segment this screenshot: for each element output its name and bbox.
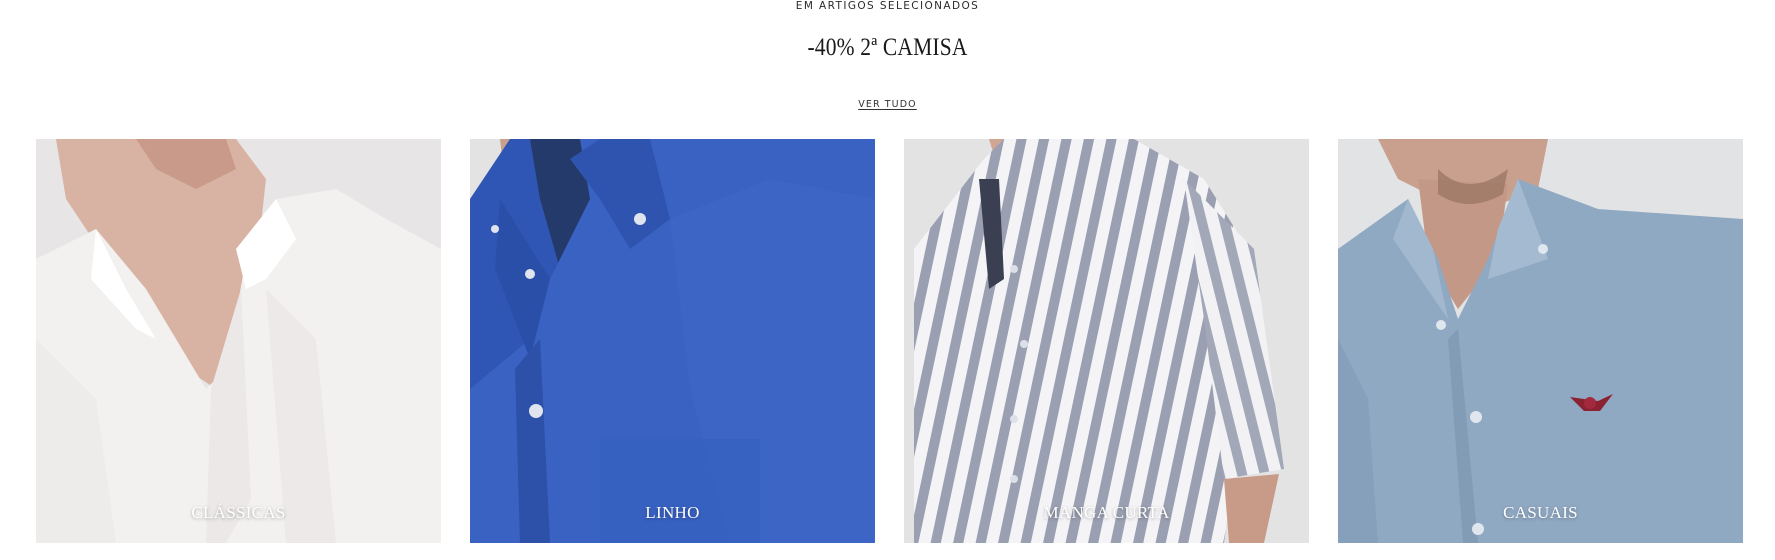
- striped-short-sleeve-shirt-image: [904, 139, 1309, 543]
- category-grid: CLÁSSICAS LINHO MANGA CURTA CASUAIS: [36, 139, 1743, 543]
- view-all-container: VER TUDO: [0, 94, 1775, 112]
- category-card-linho[interactable]: LINHO: [470, 139, 875, 543]
- white-dress-shirt-image: [36, 139, 441, 543]
- category-card-manga-curta[interactable]: MANGA CURTA: [904, 139, 1309, 543]
- blue-linen-shirt-image: [470, 139, 875, 543]
- category-label: LINHO: [645, 503, 700, 522]
- category-card-casuais[interactable]: CASUAIS: [1338, 139, 1743, 543]
- category-label: CASUAIS: [1503, 503, 1578, 522]
- promo-eyebrow: EM ARTIGOS SELECIONADOS: [795, 0, 980, 12]
- promo-title: -40% 2ª CAMISA: [807, 34, 968, 61]
- category-label: CLÁSSICAS: [191, 503, 286, 522]
- light-blue-casual-shirt-image: [1338, 139, 1743, 543]
- category-label: MANGA CURTA: [1043, 503, 1170, 522]
- category-card-classicas[interactable]: CLÁSSICAS: [36, 139, 441, 543]
- view-all-link[interactable]: VER TUDO: [858, 99, 916, 110]
